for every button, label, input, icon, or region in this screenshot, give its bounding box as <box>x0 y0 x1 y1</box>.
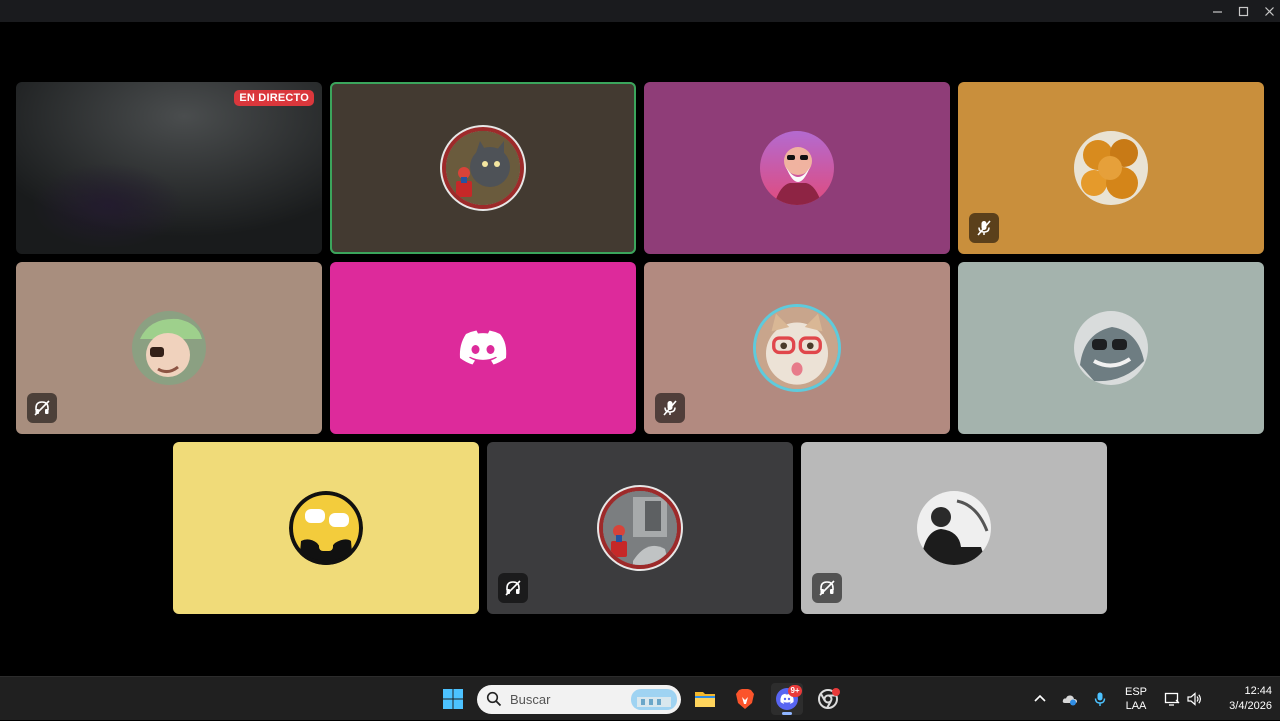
search-input[interactable] <box>510 685 610 714</box>
mic-muted-indicator <box>969 213 999 243</box>
headphones-off-icon <box>819 580 835 596</box>
discord-logo-icon <box>459 330 507 365</box>
sunglasses-face-avatar-icon <box>289 491 363 565</box>
network-tray-button[interactable] <box>1162 677 1182 721</box>
cloud-icon <box>1062 695 1077 706</box>
clock-time: 12:44 <box>1244 685 1272 697</box>
user-avatar <box>132 311 206 385</box>
network-monitor-icon <box>1164 692 1180 706</box>
microphone-tray-button[interactable] <box>1090 677 1110 721</box>
chevron-up-icon <box>1034 694 1046 702</box>
show-hidden-icons-button[interactable] <box>1030 677 1050 721</box>
minimize-icon <box>1212 10 1222 13</box>
participant-tile[interactable] <box>644 262 950 434</box>
participant-tile[interactable] <box>958 82 1264 254</box>
user-avatar <box>917 491 991 565</box>
user-avatar <box>756 307 838 389</box>
clock-date: 3/4/2026 <box>1229 700 1272 712</box>
search-highlight-icon <box>631 689 677 710</box>
food-avatar-icon <box>1074 131 1148 205</box>
participant-tile[interactable] <box>330 82 636 254</box>
taskbar-clock[interactable]: 12:44 3/4/2026 <box>1208 684 1272 714</box>
file-explorer-icon <box>695 692 715 707</box>
glasses-cat-avatar-icon <box>756 307 838 389</box>
stream-preview <box>16 82 322 254</box>
cap-person-avatar-icon <box>132 311 206 385</box>
microphone-icon <box>1094 692 1106 706</box>
deafened-indicator <box>812 573 842 603</box>
stream-tile[interactable]: EN DIRECTO <box>16 82 322 254</box>
bw-photo-avatar-icon <box>917 491 991 565</box>
user-avatar <box>760 131 834 205</box>
mic-muted-icon <box>663 400 677 416</box>
participant-tile[interactable] <box>173 442 479 614</box>
old-master-avatar-icon <box>760 131 834 205</box>
user-avatar <box>1074 311 1148 385</box>
brave-browser-button[interactable] <box>729 683 761 715</box>
windows-taskbar: 9+ ESP LAA <box>0 676 1280 720</box>
window-titlebar <box>0 0 1280 22</box>
browser-app-button[interactable] <box>812 683 844 715</box>
mic-muted-icon <box>977 220 991 236</box>
search-icon <box>486 691 502 707</box>
speaker-icon <box>1187 692 1201 706</box>
file-explorer-button[interactable] <box>689 683 721 715</box>
participant-tile[interactable] <box>958 262 1264 434</box>
deafened-indicator <box>498 573 528 603</box>
user-avatar <box>458 328 508 368</box>
voice-call-grid: EN DIRECTO <box>0 22 1280 676</box>
participant-tile[interactable] <box>801 442 1107 614</box>
participant-tile[interactable] <box>644 82 950 254</box>
user-avatar <box>289 491 363 565</box>
headphones-off-icon <box>34 400 50 416</box>
close-icon <box>1264 6 1274 16</box>
user-avatar <box>603 491 677 565</box>
shark-goggles-avatar-icon <box>1074 311 1148 385</box>
brave-browser-icon <box>736 689 754 709</box>
figurine-avatar-icon <box>603 491 677 565</box>
participant-tile[interactable] <box>16 262 322 434</box>
participant-tile[interactable] <box>487 442 793 614</box>
search-highlight-image <box>631 689 677 710</box>
close-button[interactable] <box>1257 0 1280 22</box>
deafened-indicator <box>27 393 57 423</box>
participant-tile[interactable] <box>330 262 636 434</box>
notification-dot <box>832 688 840 696</box>
minimize-button[interactable] <box>1205 0 1229 22</box>
discord-app-button[interactable]: 9+ <box>771 683 803 715</box>
maximize-button[interactable] <box>1231 0 1255 22</box>
start-button[interactable] <box>437 683 469 715</box>
user-avatar <box>1074 131 1148 205</box>
input-language-indicator[interactable]: ESP LAA <box>1122 685 1150 713</box>
cat-avatar-icon <box>446 131 520 205</box>
onedrive-tray-button[interactable] <box>1060 677 1080 721</box>
live-badge: EN DIRECTO <box>234 90 314 106</box>
maximize-icon <box>1238 6 1248 16</box>
windows-start-icon <box>443 689 463 709</box>
headphones-off-icon <box>505 580 521 596</box>
keyboard-layout: LAA <box>1125 700 1147 712</box>
taskbar-search[interactable] <box>477 685 681 714</box>
user-avatar <box>446 131 520 205</box>
mic-muted-indicator <box>655 393 685 423</box>
language-code: ESP <box>1124 686 1147 698</box>
volume-tray-button[interactable] <box>1184 677 1204 721</box>
discord-notification-badge: 9+ <box>788 685 802 697</box>
